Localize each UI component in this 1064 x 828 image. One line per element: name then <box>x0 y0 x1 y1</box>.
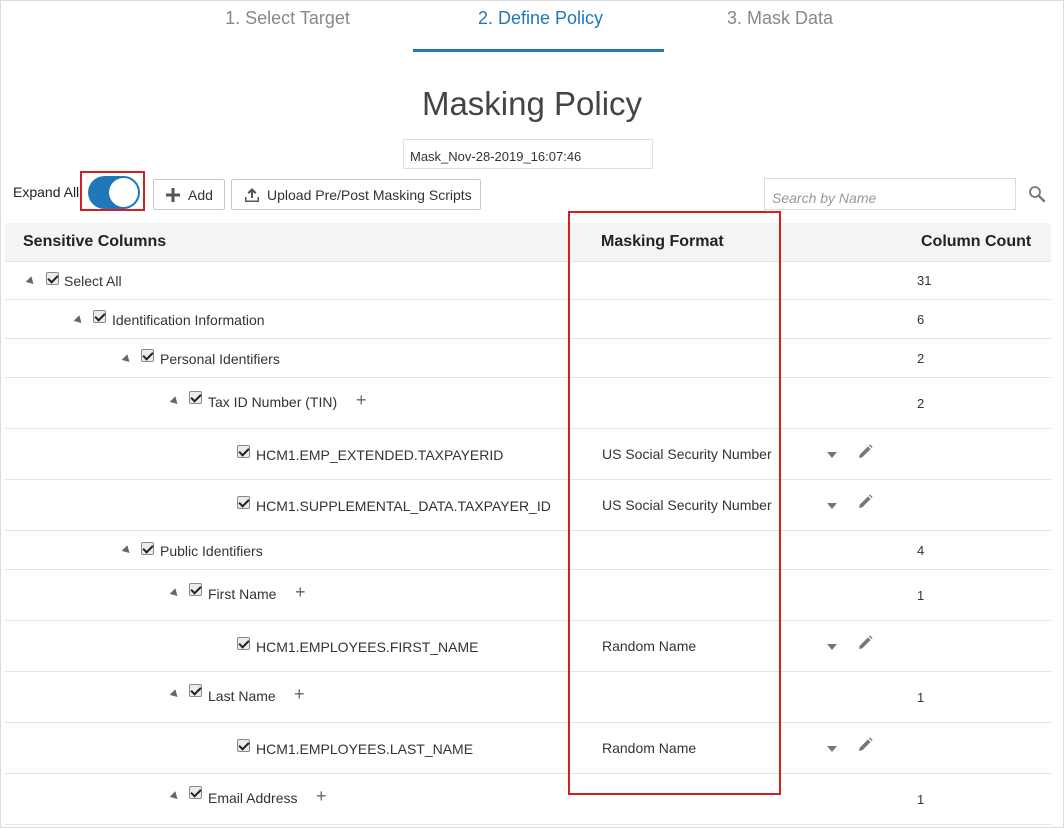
pencil-icon[interactable] <box>857 444 873 460</box>
row-label: Email Address <box>208 790 298 806</box>
row-label: Personal Identifiers <box>160 351 280 367</box>
chevron-down-icon[interactable] <box>827 503 837 509</box>
table-row: Identification Information 6 <box>5 300 1051 339</box>
collapse-arrow-icon[interactable] <box>169 588 181 599</box>
upload-scripts-button[interactable]: Upload Pre/Post Masking Scripts <box>231 179 481 210</box>
collapse-arrow-icon[interactable] <box>169 396 181 407</box>
row-count: 31 <box>917 273 932 288</box>
pencil-icon[interactable] <box>857 737 873 753</box>
row-label: First Name <box>208 586 277 602</box>
table-row: First Name + 1 <box>5 570 1051 621</box>
collapse-arrow-icon[interactable] <box>73 315 85 326</box>
upload-icon <box>245 187 259 202</box>
wizard-steps: 1. Select Target 2. Define Policy 3. Mas… <box>0 0 1064 56</box>
row-checkbox[interactable] <box>189 684 202 697</box>
chevron-down-icon[interactable] <box>827 452 837 458</box>
row-label: HCM1.EMP_EXTENDED.TAXPAYERID <box>256 447 504 463</box>
policy-name-field[interactable]: Mask_Nov-28-2019_16:07:46 <box>403 139 653 169</box>
row-label: Select All <box>64 273 122 289</box>
add-button[interactable]: Add <box>153 179 225 210</box>
add-column-plus-icon[interactable]: + <box>295 583 306 601</box>
add-column-plus-icon[interactable]: + <box>356 391 367 409</box>
row-checkbox[interactable] <box>237 496 250 509</box>
header-sensitive-columns[interactable]: Sensitive Columns <box>23 233 166 251</box>
expand-all-label: Expand All <box>13 184 80 200</box>
page-title: Masking Policy <box>421 85 643 122</box>
table-row: Email Address + 1 <box>5 774 1051 825</box>
step-mask-data[interactable]: 3. Mask Data <box>700 8 860 29</box>
table-row: HCM1.EMPLOYEES.FIRST_NAME Random Name <box>5 621 1051 672</box>
table-row: HCM1.EMP_EXTENDED.TAXPAYERID US Social S… <box>5 429 1051 480</box>
row-count: 2 <box>917 351 925 366</box>
pencil-icon[interactable] <box>857 494 873 510</box>
table-row: HCM1.EMPLOYEES.LAST_NAME Random Name <box>5 723 1051 774</box>
row-checkbox[interactable] <box>237 739 250 752</box>
row-count: 6 <box>917 312 925 327</box>
table-row: Tax ID Number (TIN) + 2 <box>5 378 1051 429</box>
table-row: HCM1.SUPPLEMENTAL_DATA.TAXPAYER_ID US So… <box>5 480 1051 531</box>
row-count: 1 <box>917 792 925 807</box>
add-column-plus-icon[interactable]: + <box>316 787 327 805</box>
masking-format-value[interactable]: US Social Security Number <box>602 446 772 462</box>
collapse-arrow-icon[interactable] <box>169 689 181 700</box>
header-masking-format[interactable]: Masking Format <box>601 233 724 251</box>
search-input[interactable] <box>764 178 1016 210</box>
row-checkbox[interactable] <box>93 310 106 323</box>
row-checkbox[interactable] <box>141 542 154 555</box>
plus-icon <box>166 187 180 202</box>
step-define-policy[interactable]: 2. Define Policy <box>448 8 633 29</box>
expand-all-toggle[interactable] <box>88 176 140 209</box>
row-count: 1 <box>917 690 925 705</box>
row-checkbox[interactable] <box>189 391 202 404</box>
search-icon[interactable] <box>1028 185 1046 208</box>
upload-scripts-label: Upload Pre/Post Masking Scripts <box>267 186 472 203</box>
row-checkbox[interactable] <box>237 637 250 650</box>
table-row: Personal Identifiers 2 <box>5 339 1051 378</box>
table-row: Public Identifiers 4 <box>5 531 1051 570</box>
row-label: Last Name <box>208 688 276 704</box>
collapse-arrow-icon[interactable] <box>25 276 37 287</box>
row-checkbox[interactable] <box>189 583 202 596</box>
toggle-knob <box>109 178 138 207</box>
row-checkbox[interactable] <box>189 786 202 799</box>
row-count: 4 <box>917 543 925 558</box>
row-label: HCM1.EMPLOYEES.FIRST_NAME <box>256 639 479 655</box>
chevron-down-icon[interactable] <box>827 644 837 650</box>
row-label: HCM1.EMPLOYEES.LAST_NAME <box>256 741 474 757</box>
table-row: Select All 31 <box>5 261 1051 300</box>
row-checkbox[interactable] <box>141 349 154 362</box>
masking-format-value[interactable]: US Social Security Number <box>602 497 772 513</box>
step-select-target[interactable]: 1. Select Target <box>205 8 370 29</box>
pencil-icon[interactable] <box>857 635 873 651</box>
table-header: Sensitive Columns Masking Format Column … <box>5 223 1051 262</box>
row-checkbox[interactable] <box>46 272 59 285</box>
row-count: 2 <box>917 396 925 411</box>
row-label: Public Identifiers <box>160 543 263 559</box>
active-step-indicator <box>413 49 664 52</box>
header-column-count[interactable]: Column Count <box>921 233 1031 251</box>
row-count: 1 <box>917 588 925 603</box>
collapse-arrow-icon[interactable] <box>169 791 181 802</box>
masking-format-value[interactable]: Random Name <box>602 638 696 654</box>
row-label: HCM1.SUPPLEMENTAL_DATA.TAXPAYER_ID <box>256 498 551 514</box>
masking-format-value[interactable]: Random Name <box>602 740 696 756</box>
row-checkbox[interactable] <box>237 445 250 458</box>
chevron-down-icon[interactable] <box>827 746 837 752</box>
collapse-arrow-icon[interactable] <box>121 354 133 365</box>
table-row: Last Name + 1 <box>5 672 1051 723</box>
collapse-arrow-icon[interactable] <box>121 545 133 556</box>
add-column-plus-icon[interactable]: + <box>294 685 305 703</box>
row-label: Tax ID Number (TIN) <box>208 394 338 410</box>
add-button-label: Add <box>188 186 213 203</box>
row-label: Identification Information <box>112 312 265 328</box>
